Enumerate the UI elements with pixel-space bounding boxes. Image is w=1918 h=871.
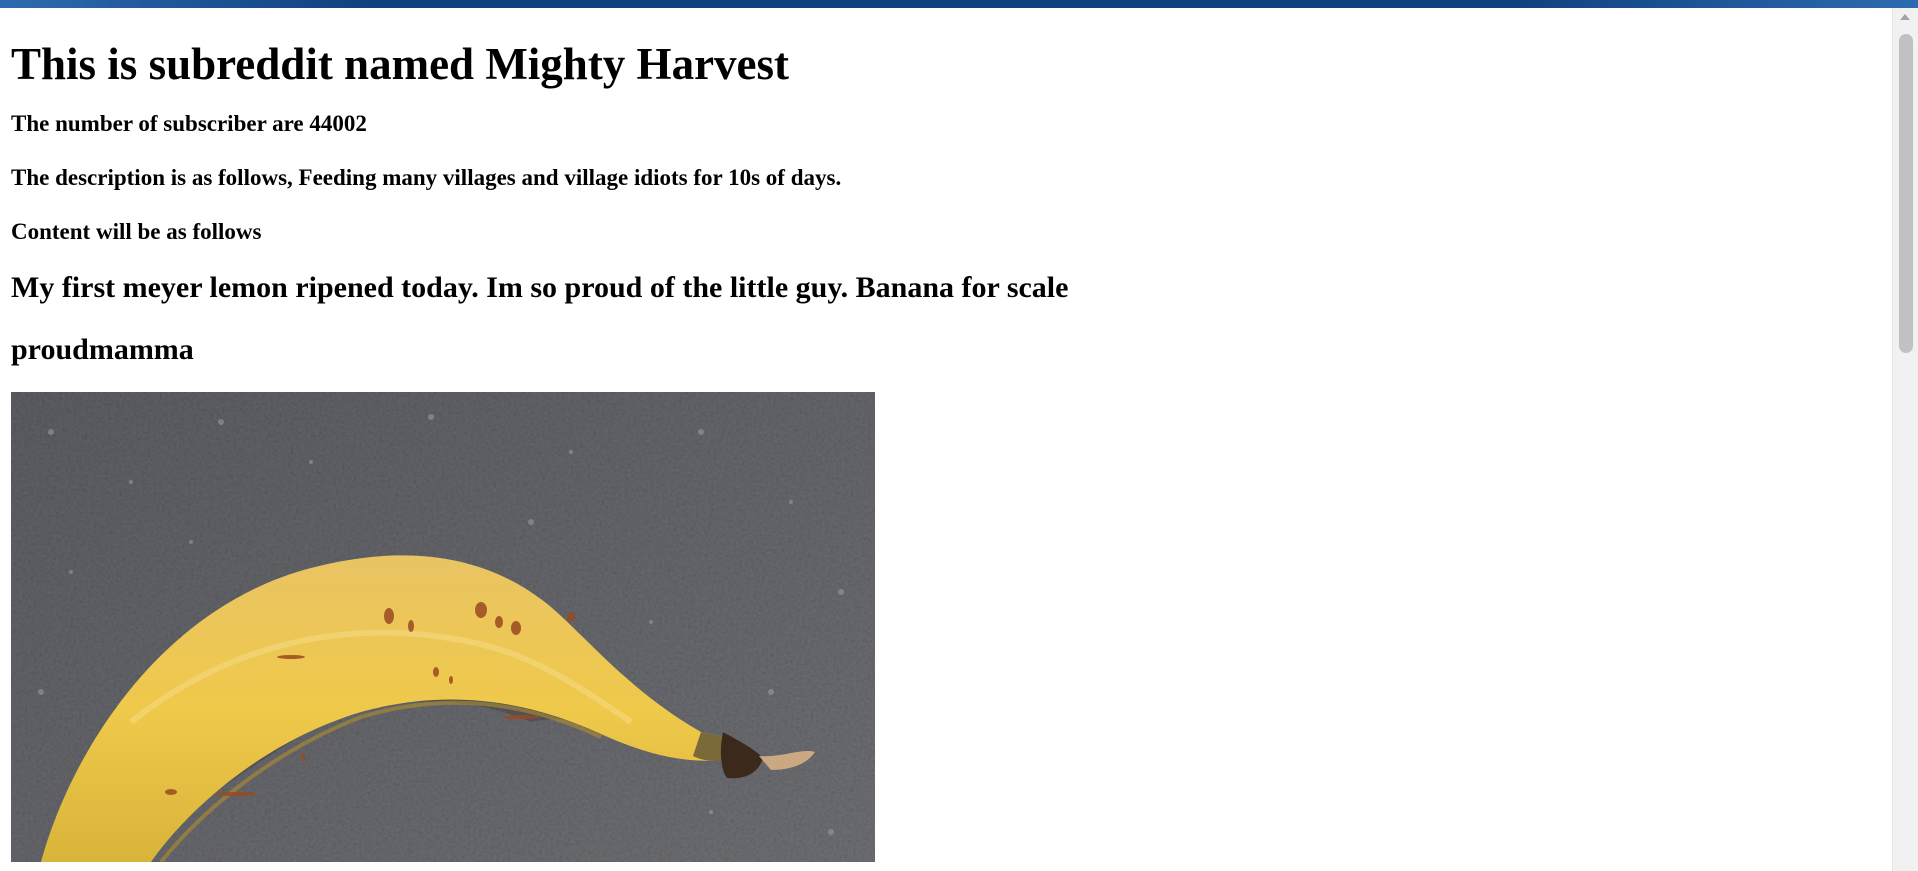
content-label: Content will be as follows [11, 219, 262, 244]
page-content: This is subreddit named Mighty Harvest T… [11, 8, 1891, 862]
vertical-scrollbar[interactable] [1892, 8, 1918, 871]
subreddit-description: The description is as follows, Feeding m… [11, 165, 842, 190]
scrollbar-thumb[interactable] [1899, 34, 1913, 353]
browser-top-bar [0, 0, 1918, 8]
post-title: My first meyer lemon ripened today. Im s… [11, 271, 1069, 304]
banana-photo-icon [11, 392, 875, 862]
post-image [11, 392, 875, 862]
page-title: This is subreddit named Mighty Harvest [11, 39, 790, 89]
subscriber-count: The number of subscriber are 44002 [11, 111, 367, 136]
post-author: proudmamma [11, 333, 194, 366]
scroll-up-arrow-icon[interactable] [1900, 14, 1910, 20]
